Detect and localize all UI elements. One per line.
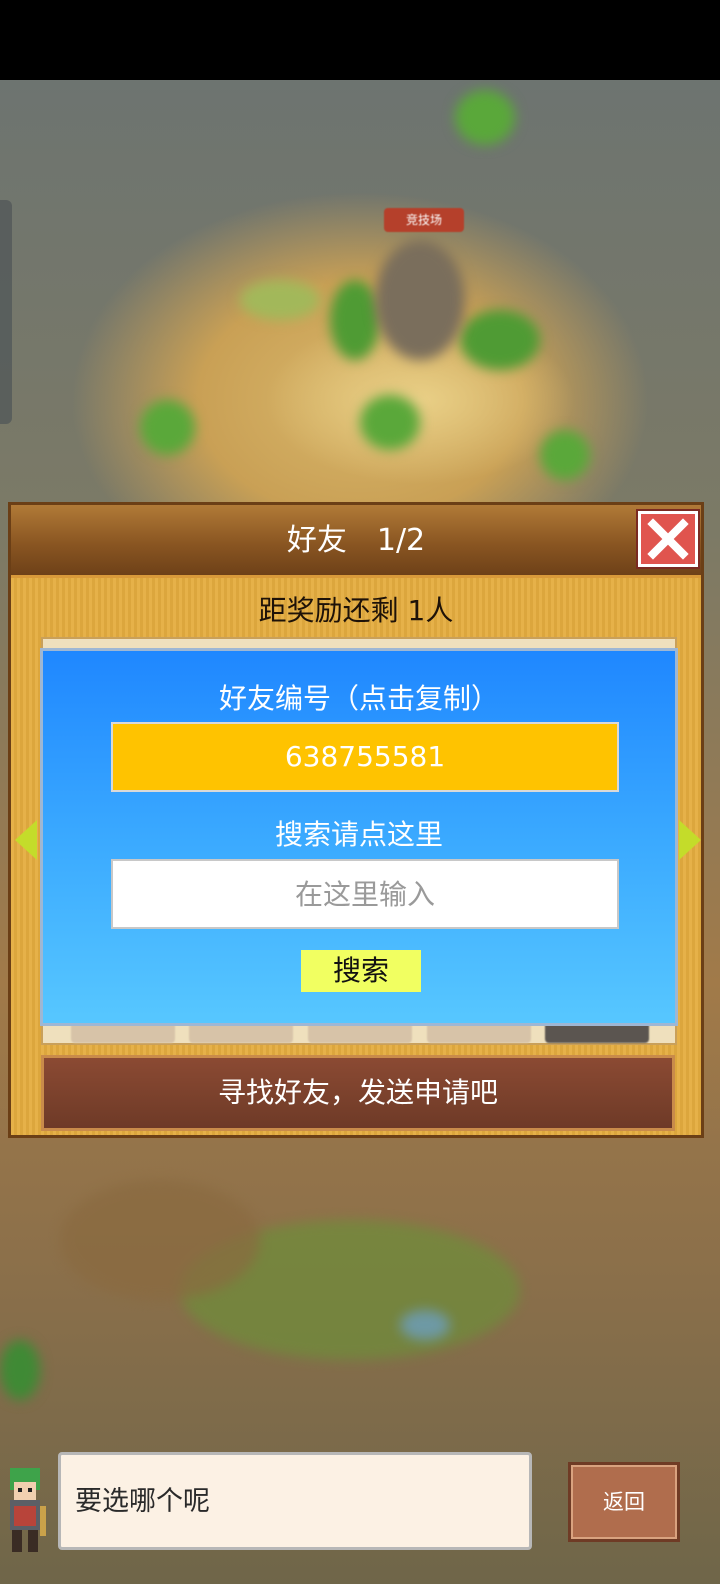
tree <box>540 430 590 480</box>
close-button[interactable] <box>638 511 698 567</box>
dialog-title: 好友 1/2 <box>286 523 426 558</box>
friend-id-copy-box[interactable]: 638755581 <box>111 722 619 792</box>
back-button[interactable]: 返回 <box>568 1462 680 1542</box>
building <box>375 240 465 360</box>
search-input[interactable] <box>111 859 619 929</box>
search-button[interactable]: 搜索 <box>301 950 421 992</box>
tree <box>330 280 380 360</box>
character-avatar-icon <box>10 1468 46 1552</box>
tree <box>460 310 540 370</box>
dialogue-bubble: 要选哪个呢 <box>58 1452 532 1550</box>
tree <box>455 90 515 145</box>
tree <box>360 395 420 450</box>
tree <box>240 280 320 320</box>
pond <box>400 1310 450 1340</box>
tree <box>0 1340 40 1400</box>
friends-dialog: 好友 1/2 距奖励还剩 1人 好友编号（点击复制） 638755581 搜索请… <box>8 502 704 1138</box>
prev-page-arrow-icon[interactable] <box>15 820 37 860</box>
field <box>60 1180 260 1300</box>
map-location-label[interactable]: 竞技场 <box>384 208 464 232</box>
find-friends-button[interactable]: 寻找好友，发送申请吧 <box>41 1055 675 1131</box>
tree <box>140 400 195 455</box>
status-bar <box>0 0 720 80</box>
next-page-arrow-icon[interactable] <box>679 820 701 860</box>
side-drawer-handle[interactable] <box>0 200 12 424</box>
friend-id-popup: 好友编号（点击复制） 638755581 搜索请点这里 搜索 <box>40 648 678 1026</box>
reward-progress-text: 距奖励还剩 1人 <box>258 594 454 627</box>
friend-id-label: 好友编号（点击复制） <box>218 682 499 715</box>
search-label: 搜索请点这里 <box>274 818 443 851</box>
close-x-icon <box>647 518 689 560</box>
